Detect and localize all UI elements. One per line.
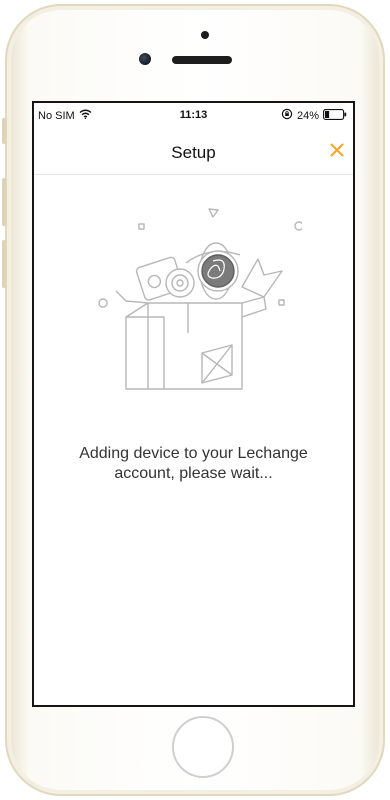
mute-switch [2,118,6,144]
close-button[interactable] [321,137,353,167]
message-line-2: account, please wait... [114,465,273,482]
status-right: 24% [281,108,347,123]
phone-screen: No SIM 11:13 24% Setup Adding device to … [32,101,355,707]
front-camera [139,53,151,65]
close-icon[interactable] [330,143,344,162]
volume-down-button [2,240,6,288]
home-button[interactable] [172,716,234,778]
earpiece-speaker [172,56,232,64]
sensor-dot [201,31,209,39]
rotation-lock-icon [281,108,293,123]
device-box-illustration [92,199,304,394]
battery-icon [323,108,347,123]
page-title: Setup [171,143,216,162]
volume-up-button [2,178,6,226]
navigation-bar: Setup [34,127,353,175]
battery-percent: 24% [296,109,319,122]
status-message: Adding device to your Lechange account, … [34,444,353,484]
status-bar: No SIM 11:13 24% [34,103,353,127]
message-line-1: Adding device to your Lechange [79,445,308,462]
